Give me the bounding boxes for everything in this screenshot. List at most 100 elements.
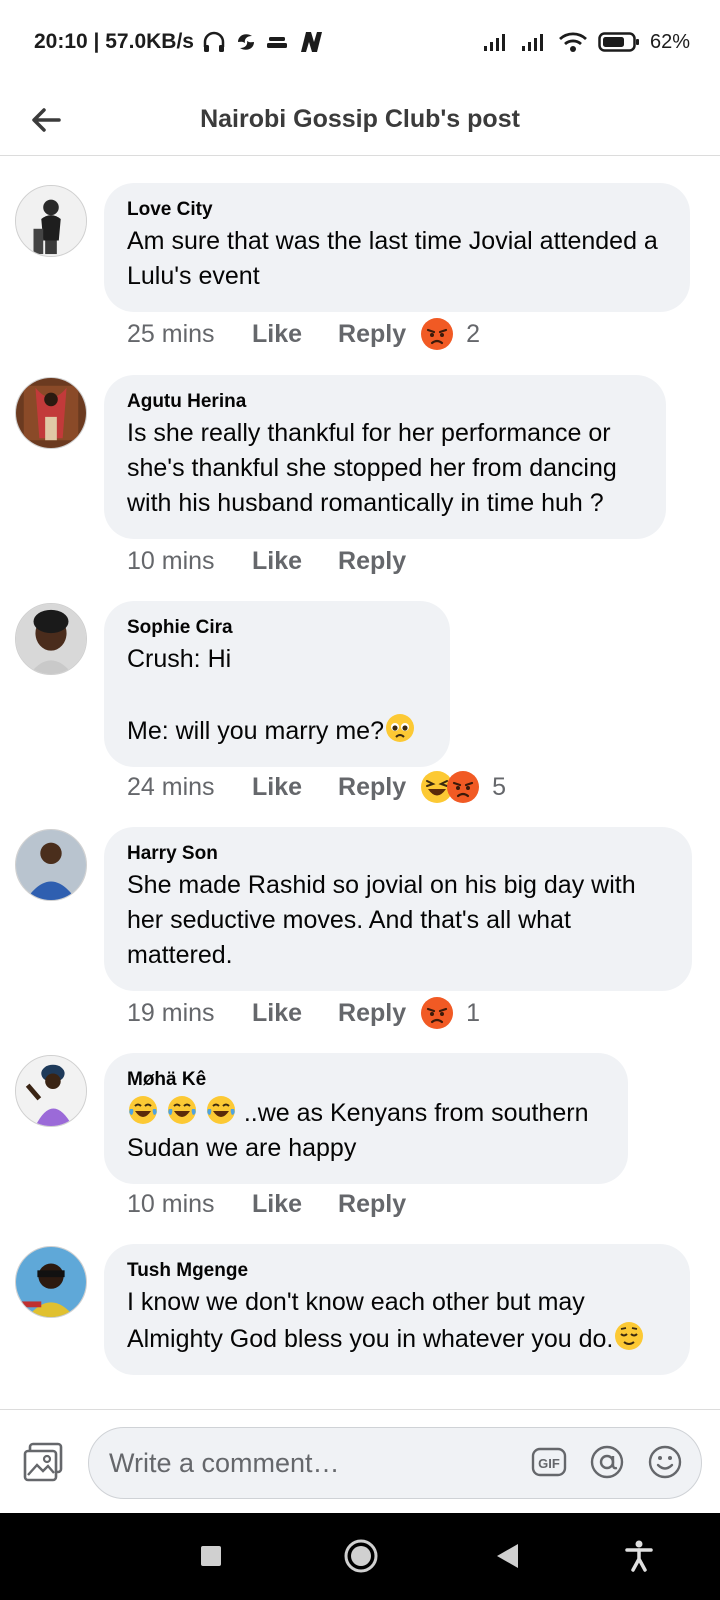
comment-author[interactable]: Harry Son	[127, 843, 670, 865]
avatar[interactable]	[15, 185, 87, 257]
avatar[interactable]	[15, 1246, 87, 1318]
reply-button[interactable]: Reply	[338, 1190, 406, 1219]
reply-button[interactable]: Reply	[338, 547, 406, 576]
reactions-summary[interactable]: 2	[420, 317, 480, 351]
back-nav-button[interactable]	[484, 1533, 530, 1579]
comment-text: Am sure that was the last time Jovial at…	[127, 227, 665, 290]
comment-text-body: I know we don't know each other but may …	[127, 1288, 614, 1353]
comment-author[interactable]: Love City	[127, 199, 668, 221]
mention-button[interactable]	[589, 1444, 625, 1480]
reaction-count: 5	[492, 772, 507, 801]
like-button[interactable]: Like	[252, 773, 302, 802]
triangle-back-icon	[497, 1544, 518, 1568]
comment-time[interactable]: 25 mins	[127, 320, 252, 349]
comment-text: She made Rashid so jovial on his big day…	[127, 871, 643, 969]
reactions-summary[interactable]: 5	[420, 770, 506, 804]
comment-bubble[interactable]: Agutu Herina Is she really thankful for …	[104, 375, 666, 539]
accessibility-icon	[625, 1540, 653, 1572]
battery-percent: 62%	[649, 30, 690, 53]
reply-button[interactable]: Reply	[338, 320, 406, 349]
comment-time[interactable]: 10 mins	[127, 1190, 252, 1219]
status-left: 20:10 | 57.0KB/s	[34, 30, 326, 54]
wifi-icon	[558, 31, 588, 53]
battery-icon	[598, 31, 640, 53]
like-button[interactable]: Like	[252, 547, 302, 576]
comment-composer: GIF	[0, 1409, 720, 1513]
angry-reaction-icon	[421, 318, 454, 350]
comment-time[interactable]: 10 mins	[127, 547, 252, 576]
avatar[interactable]	[15, 377, 87, 449]
gif-label: GIF	[538, 1456, 560, 1471]
comment-author[interactable]: Møhä Kê	[127, 1069, 606, 1091]
comment-bubble[interactable]: Tush Mgenge I know we don't know each ot…	[104, 1244, 690, 1375]
comment-bubble[interactable]: Møhä Kê ..we as Kenyans from southern Su…	[104, 1053, 628, 1184]
recents-button[interactable]	[188, 1533, 234, 1579]
comment-text-body: Crush: Hi Me: will you marry me?	[127, 645, 384, 745]
headphones-icon	[202, 31, 226, 53]
comment-text: ..we as Kenyans from southern Sudan we a…	[127, 1094, 606, 1166]
tears-of-joy-icon	[206, 1096, 235, 1124]
at-sign-icon	[590, 1445, 624, 1479]
comment-time[interactable]: 24 mins	[127, 773, 252, 802]
comment-actions: 10 mins Like Reply	[127, 1186, 420, 1222]
comment-author[interactable]: Sophie Cira	[127, 617, 428, 639]
reactions-summary[interactable]: 1	[420, 996, 480, 1030]
gif-icon: GIF	[531, 1447, 567, 1477]
arrow-left-icon	[32, 108, 61, 132]
system-nav-bar	[0, 1513, 720, 1600]
avatar[interactable]	[15, 1055, 87, 1127]
avatar[interactable]	[15, 603, 87, 675]
comment-author[interactable]: Tush Mgenge	[127, 1260, 668, 1282]
status-bar: 20:10 | 57.0KB/s 62%	[0, 0, 720, 84]
comments-list[interactable]: Love City Am sure that was the last time…	[0, 157, 720, 1409]
comment-actions: 19 mins Like Reply 1	[127, 995, 480, 1031]
comment-text: Crush: Hi Me: will you marry me?	[127, 642, 428, 749]
tears-of-joy-icon	[167, 1096, 196, 1124]
smiley-icon	[648, 1445, 682, 1479]
signal-icon	[482, 32, 510, 52]
circle-home-icon	[344, 1539, 378, 1573]
pleading-face-icon	[386, 714, 414, 742]
comment-text: I know we don't know each other but may …	[127, 1285, 668, 1357]
status-right: 62%	[482, 31, 690, 54]
comment-actions: 24 mins Like Reply 5	[127, 769, 506, 805]
tears-of-joy-icon	[129, 1096, 157, 1124]
emoji-button[interactable]	[647, 1444, 683, 1480]
photo-icon	[23, 1442, 63, 1482]
home-button[interactable]	[338, 1533, 384, 1579]
gif-button[interactable]: GIF	[531, 1444, 567, 1480]
netflix-icon	[296, 30, 326, 54]
reply-button[interactable]: Reply	[338, 773, 406, 802]
reply-button[interactable]: Reply	[338, 999, 406, 1028]
comment-author[interactable]: Agutu Herina	[127, 391, 644, 413]
like-button[interactable]: Like	[252, 320, 302, 349]
app-notification-icon	[234, 30, 258, 54]
comment-text: Is she really thankful for her performan…	[127, 419, 624, 517]
relieved-face-icon	[615, 1322, 644, 1350]
square-icon	[201, 1546, 221, 1566]
photo-button[interactable]	[22, 1441, 64, 1483]
accessibility-button[interactable]	[616, 1533, 662, 1579]
comment-actions: 25 mins Like Reply 2	[127, 316, 480, 352]
comment-time[interactable]: 19 mins	[127, 999, 252, 1028]
angry-reaction-icon	[421, 997, 454, 1029]
status-time-speed: 20:10 | 57.0KB/s	[34, 30, 194, 53]
like-button[interactable]: Like	[252, 1190, 302, 1219]
avatar[interactable]	[15, 829, 87, 901]
minus-notification-icon	[266, 33, 288, 51]
comment-bubble[interactable]: Love City Am sure that was the last time…	[104, 183, 690, 312]
reaction-count: 1	[466, 998, 481, 1027]
comment-bubble[interactable]: Sophie Cira Crush: Hi Me: will you marry…	[104, 601, 450, 767]
comment-input[interactable]	[109, 1447, 489, 1479]
post-header: Nairobi Gossip Club's post	[0, 84, 720, 156]
comment-actions: 10 mins Like Reply	[127, 543, 420, 579]
comment-bubble[interactable]: Harry Son She made Rashid so jovial on h…	[104, 827, 692, 991]
angry-reaction-icon	[447, 771, 480, 803]
like-button[interactable]: Like	[252, 999, 302, 1028]
composer-icons: GIF	[531, 1444, 683, 1480]
back-button[interactable]	[28, 102, 64, 138]
comment-text-body: ..we as Kenyans from southern Sudan we a…	[127, 1099, 596, 1162]
comment-input-box[interactable]: GIF	[88, 1427, 702, 1499]
signal-icon-2	[520, 32, 548, 52]
reaction-count: 2	[466, 319, 481, 348]
